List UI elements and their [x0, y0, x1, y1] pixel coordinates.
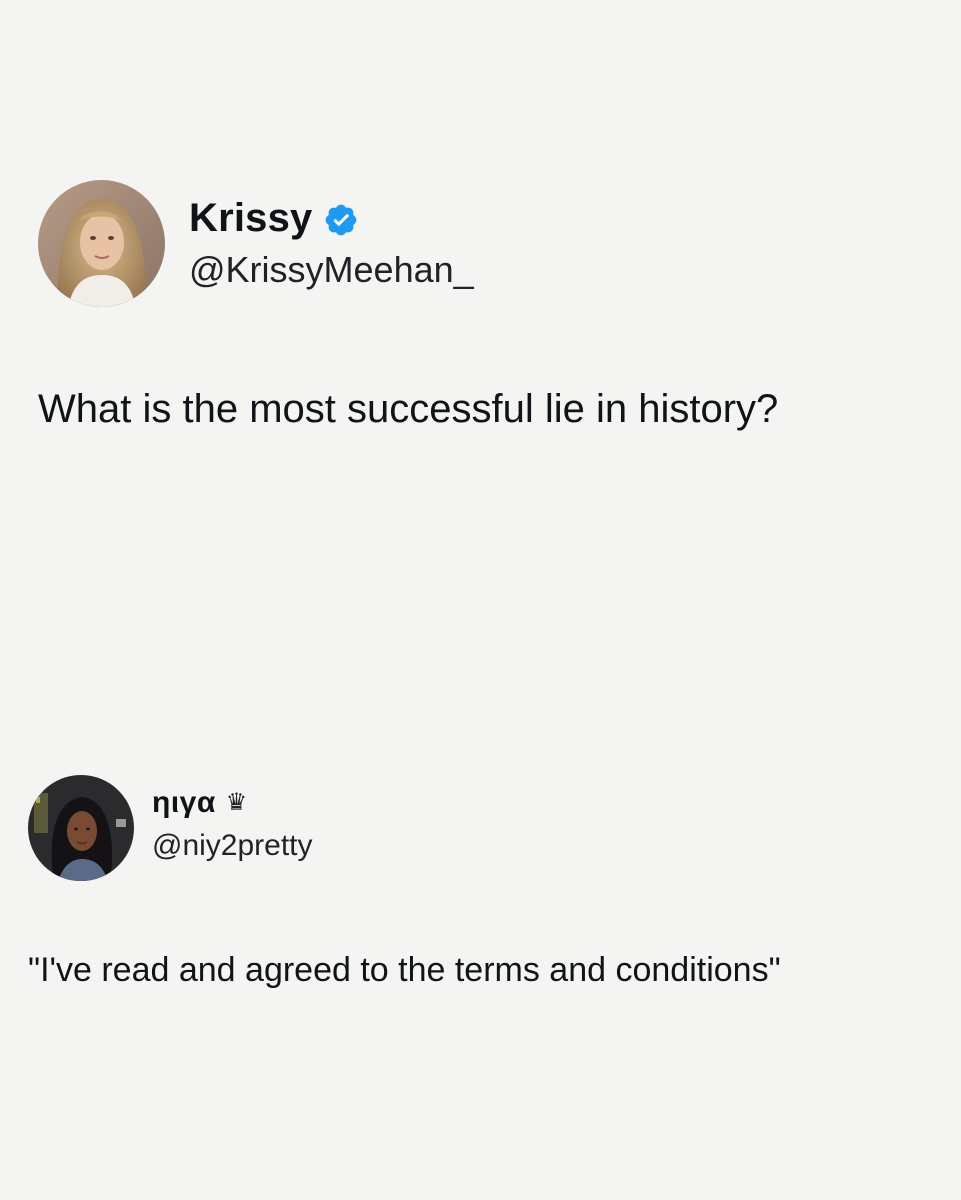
post-niya: ηιγα ♛ @niy2pretty "I've read and agreed…	[0, 0, 961, 1100]
handle[interactable]: @niy2pretty	[152, 826, 313, 866]
post-text: "I've read and agreed to the terms and c…	[28, 951, 781, 989]
display-name[interactable]: ηιγα	[152, 784, 216, 822]
post-author[interactable]: ηιγα ♛ @niy2pretty	[28, 775, 313, 881]
display-name-row: ηιγα ♛	[152, 784, 313, 822]
crown-icon: ♛	[225, 789, 248, 816]
avatar[interactable]	[28, 775, 134, 881]
author-names: ηιγα ♛ @niy2pretty	[152, 784, 313, 866]
avatar-photo-niya	[28, 775, 134, 881]
